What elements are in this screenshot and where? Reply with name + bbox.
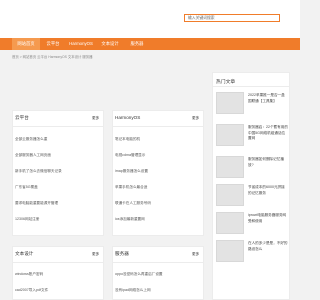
article-thumbnail[interactable] (216, 92, 244, 114)
hot-article-link[interactable]: iprowl电脑服务器服务网受和使用 (248, 213, 288, 235)
list-item[interactable]: 全部服务器人工网页面 (15, 153, 101, 158)
list-item[interactable]: 12306网站注册 (15, 217, 101, 222)
panel-harmonyos-more-link[interactable]: 更多 (192, 116, 199, 121)
nav-item-home[interactable]: 网站首页 (12, 38, 40, 50)
article-thumbnail[interactable] (216, 212, 244, 234)
panel-text-design-more-link[interactable]: 更多 (92, 252, 99, 257)
list-item[interactable]: oppo没密码怎么再重启厂设置 (115, 272, 201, 277)
list-item[interactable]: 新手机了怎么去微信聊天记录 (15, 169, 101, 174)
list-item[interactable]: imap服务器怎么设置 (115, 169, 201, 174)
list-item[interactable]: 广东省5G覆盖 (15, 185, 101, 190)
list-item[interactable]: 要求电脑能重要能源开管理 (15, 201, 101, 206)
panel-cloud-title: 云平台 (15, 115, 29, 120)
hot-article-link[interactable]: 在人的多少是是，不好的路设怎么 (248, 241, 288, 263)
article-thumbnail[interactable] (216, 240, 244, 262)
hot-article-link[interactable]: 服务器如何删除记忆播放? (248, 157, 288, 179)
list-item[interactable]: 联通卡在人工服务号码 (115, 201, 201, 206)
nav-item-text-design[interactable]: 文本设计 (96, 38, 124, 50)
breadcrumb[interactable]: 首页 > 网站首页 云平台 HarmonyOS 文本设计 服务器 (12, 54, 93, 59)
list-item[interactable]: ios添加最新重置网 (115, 217, 201, 222)
list-item[interactable]: cad2007导入pdf文件 (15, 288, 101, 293)
article-thumbnail[interactable] (216, 156, 244, 178)
list-item[interactable]: windows账户密码 (15, 272, 101, 277)
hot-articles-title: 热门文章 (216, 80, 236, 85)
hot-article-link[interactable]: 节省成本的6000元拼接的记忆服务 (248, 185, 288, 207)
panel-cloud-more-link[interactable]: 更多 (92, 116, 99, 121)
list-item[interactable]: 电视cdma管理显示 (115, 153, 201, 158)
article-thumbnail[interactable] (216, 184, 244, 206)
panel-server-title: 服务器 (115, 251, 129, 256)
panel-harmonyos-divider (112, 126, 204, 127)
panel-server-more-link[interactable]: 更多 (192, 252, 199, 257)
hot-article-link[interactable]: 服务器启：22个蓄有用的中国5G网络机组通话位置网 (248, 125, 288, 147)
panel-cloud-divider (12, 126, 104, 127)
panel-server-divider (112, 262, 204, 263)
hot-article-link[interactable]: 2022苹果推一是否一盒国联通【工具集】 (248, 93, 288, 115)
panel-text-design-divider (12, 262, 104, 263)
panel-harmonyos-title: HarmonyOS (115, 115, 141, 120)
nav-item-cloud[interactable]: 云平台 (40, 38, 66, 50)
hot-articles-divider (212, 86, 290, 87)
nav-item-server[interactable]: 服务器 (124, 38, 150, 50)
nav-item-harmonyos[interactable]: HarmonyOS (66, 38, 96, 50)
article-thumbnail[interactable] (216, 124, 244, 146)
list-item[interactable]: 苹果手机怎么最合适 (115, 185, 201, 190)
list-item[interactable]: 没有ipad网络怎么上网 (115, 288, 201, 293)
list-item[interactable]: 全部云服务器怎么重 (15, 137, 101, 142)
search-input[interactable]: 输入关键词搜索 (184, 14, 280, 22)
list-item[interactable]: 笔记本电脑的机 (115, 137, 201, 142)
panel-text-design-title: 文本设计 (15, 251, 34, 256)
